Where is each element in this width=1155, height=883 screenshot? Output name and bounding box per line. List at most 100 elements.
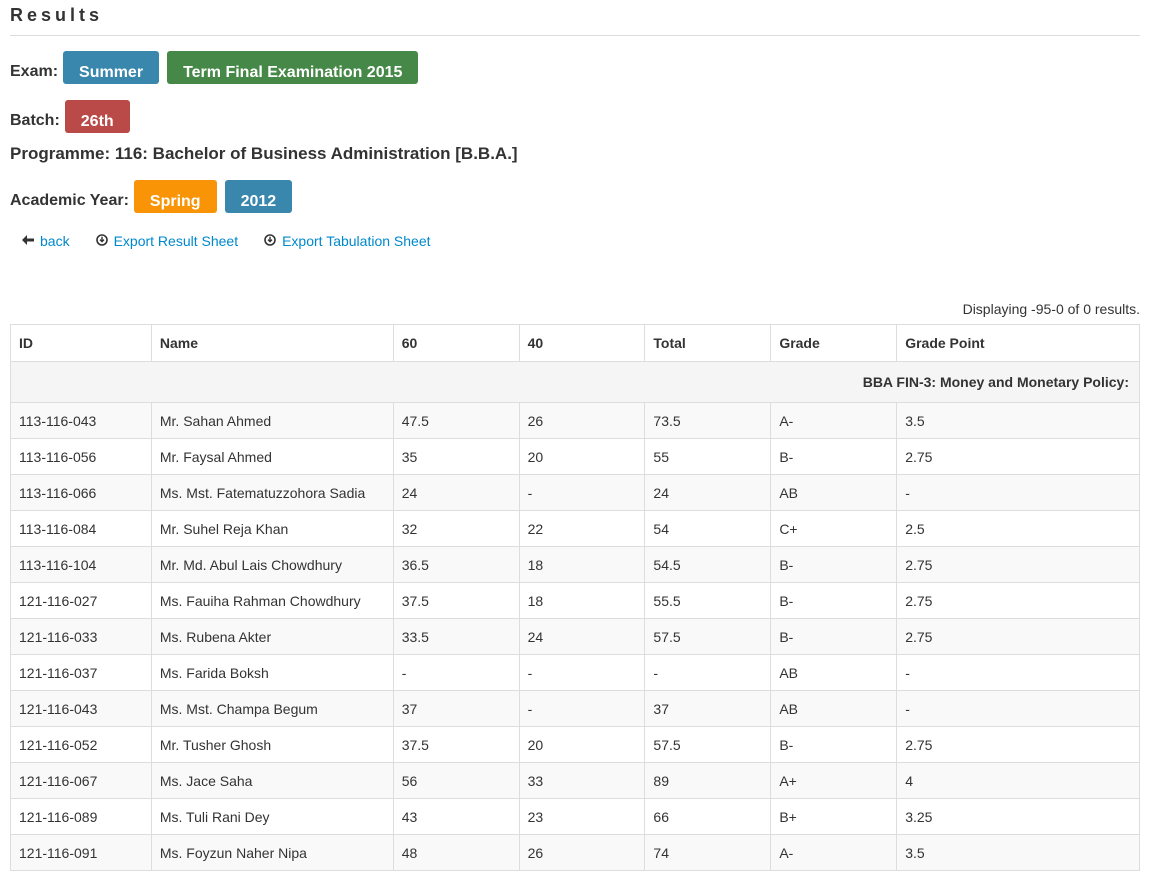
year-badge: 2012 [224,180,293,213]
cell-total: 54.5 [644,546,772,583]
cell-name: Mr. Sahan Ahmed [150,402,394,439]
page-title: Results [10,5,104,25]
cell-40: 33 [518,762,646,799]
col-header-grade[interactable]: Grade [770,324,898,362]
batch-row: Batch: 26th [10,100,138,133]
exam-name-badge: Term Final Examination 2015 [167,51,419,84]
cell-name: Ms. Fauiha Rahman Chowdhury [150,582,394,619]
results-table: ID Name 60 40 Total Grade Grade Point BB… [10,324,1140,871]
cell-total: 55.5 [644,582,772,619]
cell-40: 26 [518,402,646,439]
cell-60: 24 [392,474,520,511]
cell-grade: B+ [770,798,898,835]
cell-name: Ms. Rubena Akter [150,618,394,655]
cell-40: 20 [518,438,646,475]
cell-id: 121-116-067 [10,762,152,799]
academic-year-row: Academic Year: Spring 2012 [10,180,300,213]
academic-year-label: Academic Year: [10,192,129,209]
cell-60: - [392,654,520,691]
exam-session-badge: Summer [63,51,160,84]
col-header-id[interactable]: ID [10,324,152,362]
season-badge: Spring [133,180,217,213]
circle-download-icon [264,233,276,249]
table-row: 121-116-027 Ms. Fauiha Rahman Chowdhury 37… [10,582,1140,619]
table-row: 113-116-056 Mr. Faysal Ahmed 35 20 55 B- 2.75 [10,438,1140,475]
cell-total: 55 [644,438,772,475]
table-row: 113-116-084 Mr. Suhel Reja Khan 32 22 54 C+ 2.… [10,510,1140,547]
cell-grade: B- [770,546,898,583]
batch-badge: 26th [64,100,130,133]
cell-40: - [518,690,646,727]
cell-grade-point: 2.75 [896,438,1140,475]
cell-40: 23 [518,798,646,835]
cell-grade-point: 3.25 [896,798,1140,835]
cell-40: 22 [518,510,646,547]
exam-row: Exam: Summer Term Final Examination 2015 [10,51,426,84]
cell-grade: A- [770,834,898,871]
cell-40: - [518,654,646,691]
cell-id: 121-116-043 [10,690,152,727]
cell-60: 32 [392,510,520,547]
cell-40: - [518,474,646,511]
cell-id: 121-116-091 [10,834,152,871]
col-header-grade-point[interactable]: Grade Point [896,324,1140,362]
back-link[interactable]: back [22,233,70,249]
col-header-total[interactable]: Total [644,324,772,362]
cell-60: 37.5 [392,726,520,763]
cell-60: 48 [392,834,520,871]
cell-id: 121-116-037 [10,654,152,691]
cell-60: 36.5 [392,546,520,583]
table-row: 121-116-043 Ms. Mst. Champa Begum 37-37 AB - [10,690,1140,727]
cell-grade: C+ [770,510,898,547]
cell-grade: AB [770,474,898,511]
table-row: 121-116-091 Ms. Foyzun Naher Nipa 48 26 74 A-… [10,834,1140,871]
action-links: back Export Result Sheet Export Tabulati… [22,233,457,249]
cell-40: 18 [518,582,646,619]
cell-grade-point: - [896,474,1140,511]
cell-grade-point: 2.75 [896,618,1140,655]
cell-grade-point: 4 [896,762,1140,799]
cell-grade-point: 2.75 [896,582,1140,619]
cell-total: 89 [644,762,772,799]
cell-40: 26 [518,834,646,871]
cell-id: 121-116-033 [10,618,152,655]
col-header-60[interactable]: 60 [392,324,520,362]
cell-total: - [644,654,772,691]
cell-id: 113-116-084 [10,510,152,547]
cell-name: Mr. Suhel Reja Khan [150,510,394,547]
cell-total: 24 [644,474,772,511]
title-divider [10,35,1140,36]
cell-id: 121-116-052 [10,726,152,763]
cell-name: Ms. Mst. Fatematuzzohora Sadia [150,474,394,511]
col-header-40[interactable]: 40 [518,324,646,362]
export-tabulation-sheet-link[interactable]: Export Tabulation Sheet [264,233,431,249]
cell-name: Ms. Tuli Rani Dey [150,798,394,835]
cell-total: 74 [644,834,772,871]
cell-name: Ms. Foyzun Naher Nipa [150,834,394,871]
table-row: 121-116-089 Ms. Tuli Rani Dey 43 23 66 B+ 3.25 [10,798,1140,835]
cell-60: 37 [392,690,520,727]
cell-total: 73.5 [644,402,772,439]
cell-60: 56 [392,762,520,799]
cell-grade-point: 2.5 [896,510,1140,547]
cell-grade-point: 2.75 [896,546,1140,583]
cell-total: 57.5 [644,618,772,655]
cell-grade: B- [770,438,898,475]
exam-label: Exam: [10,63,59,80]
cell-id: 113-116-104 [10,546,152,583]
cell-grade: B- [770,582,898,619]
col-header-name[interactable]: Name [150,324,394,362]
cell-id: 113-116-066 [10,474,152,511]
cell-60: 47.5 [392,402,520,439]
cell-40: 24 [518,618,646,655]
cell-60: 33.5 [392,618,520,655]
cell-grade-point: - [896,654,1140,691]
export-result-sheet-label: Export Result Sheet [113,233,239,249]
cell-grade-point: 3.5 [896,402,1140,439]
course-group-title: BBA FIN-3: Money and Monetary Policy: [10,361,1140,403]
table-header-row: ID Name 60 40 Total Grade Grade Point [10,324,1140,362]
cell-total: 54 [644,510,772,547]
cell-grade: B- [770,618,898,655]
export-result-sheet-link[interactable]: Export Result Sheet [95,233,239,249]
cell-name: Ms. Jace Saha [150,762,394,799]
